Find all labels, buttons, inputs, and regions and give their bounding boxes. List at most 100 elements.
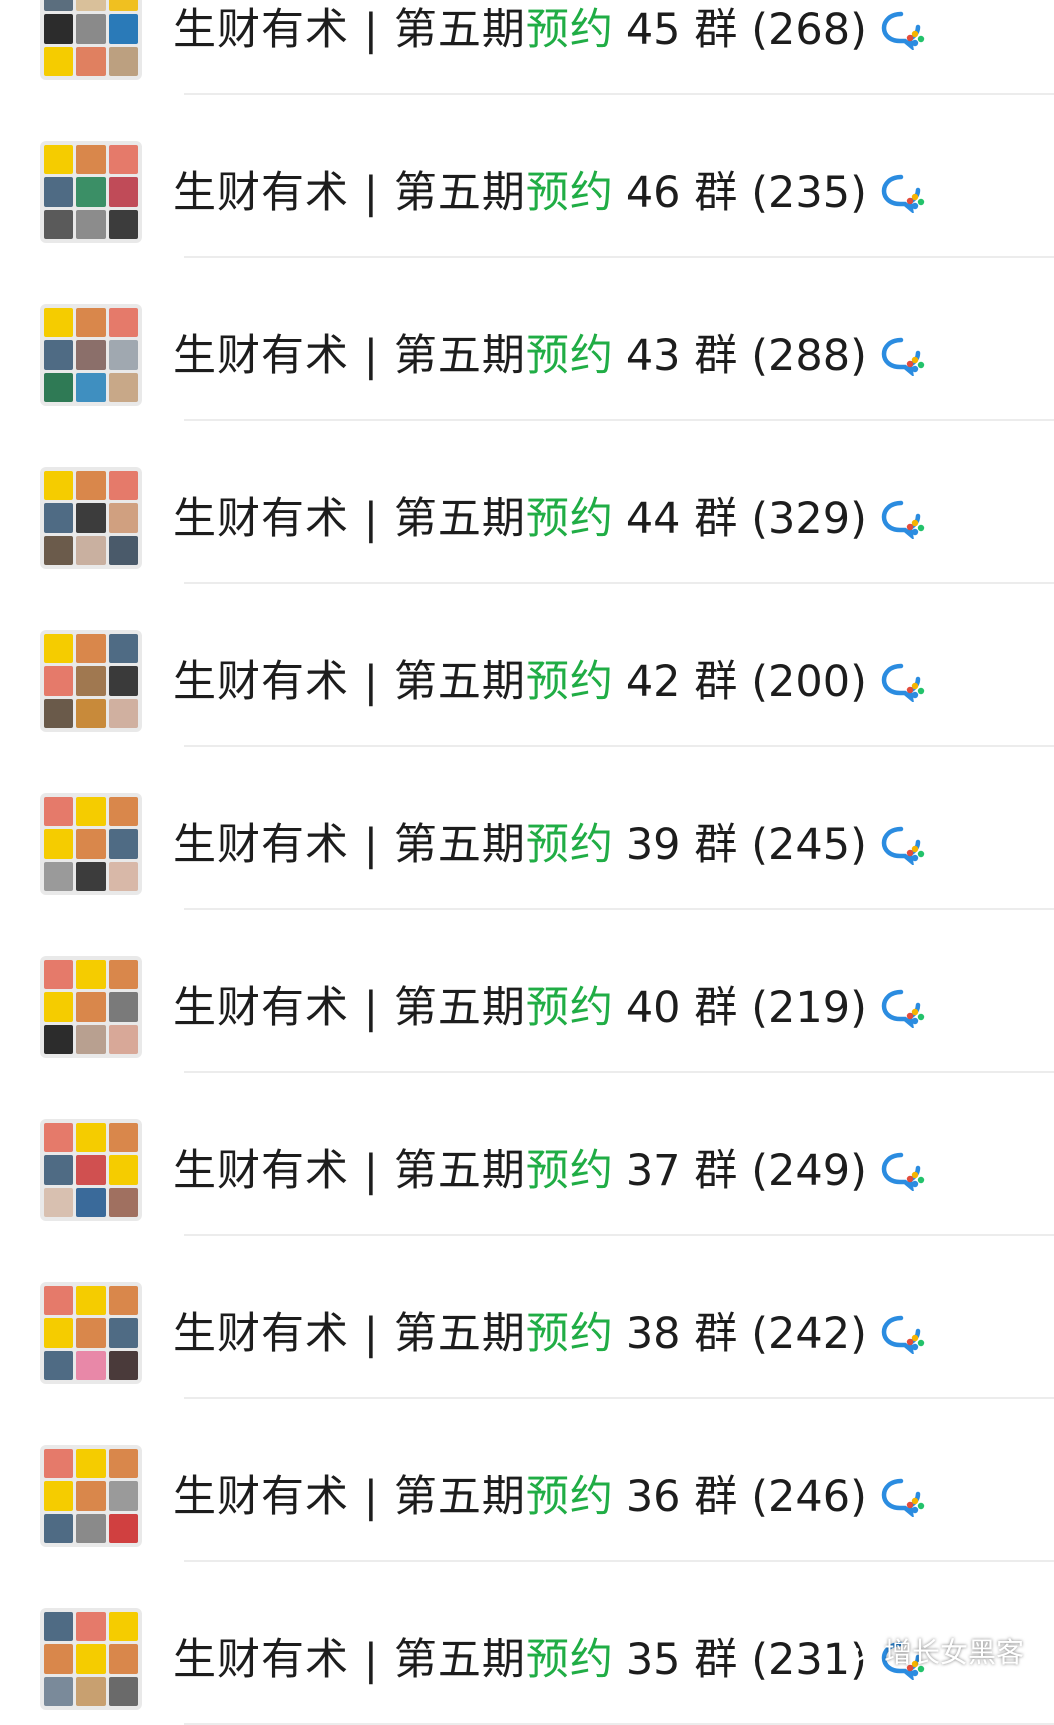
search-highlight: 预约: [525, 983, 614, 1033]
member-avatar-tile: [108, 209, 138, 239]
member-avatar-tile: [108, 372, 138, 402]
search-highlight: 预约: [525, 1472, 614, 1522]
search-highlight: 预约: [525, 820, 614, 870]
group-name-prefix: 生财有术 | 第五期: [173, 168, 526, 218]
search-highlight: 预约: [525, 1309, 614, 1359]
group-name-prefix: 生财有术 | 第五期: [173, 1635, 526, 1685]
member-avatar-tile: [108, 992, 138, 1022]
member-avatar-tile: [44, 666, 74, 696]
member-avatar-tile: [108, 797, 138, 827]
chat-list-item[interactable]: 生财有术 | 第五期 预约 46 群 (235): [0, 95, 1054, 258]
group-number: 45 群: [625, 5, 738, 55]
chat-list-item[interactable]: 生财有术 | 第五期 预约 44 群 (329): [0, 421, 1054, 584]
group-number: 43 群: [625, 331, 738, 381]
member-avatar-tile: [76, 1644, 106, 1674]
wecom-icon: [881, 989, 925, 1028]
member-avatar-tile: [44, 0, 74, 12]
group-avatar: [40, 793, 142, 895]
chat-list-item[interactable]: 生财有术 | 第五期 预约 42 群 (200): [0, 584, 1054, 747]
group-name-prefix: 生财有术 | 第五期: [173, 1309, 526, 1359]
member-avatar-tile: [44, 1123, 74, 1153]
group-name: 生财有术 | 第五期 预约 38 群 (242): [173, 1309, 927, 1359]
member-count: (245): [751, 820, 867, 870]
chat-list-item[interactable]: 生财有术 | 第五期 预约 36 群 (246): [0, 1399, 1054, 1562]
member-avatar-tile: [76, 1481, 106, 1511]
group-name-prefix: 生财有术 | 第五期: [173, 657, 526, 707]
chat-list-item[interactable]: 生财有术 | 第五期 预约 37 群 (249): [0, 1073, 1054, 1236]
member-count: (268): [751, 5, 867, 55]
member-avatar-tile: [44, 634, 74, 664]
group-avatar: [40, 467, 142, 569]
member-avatar-tile: [76, 14, 106, 44]
group-name: 生财有术 | 第五期 预约 43 群 (288): [173, 331, 927, 381]
member-avatar-tile: [108, 634, 138, 664]
member-avatar-tile: [108, 1676, 138, 1706]
member-avatar-tile: [44, 1187, 74, 1217]
member-avatar-tile: [108, 1612, 138, 1642]
member-avatar-tile: [44, 372, 74, 402]
group-name: 生财有术 | 第五期 预约 46 群 (235): [173, 168, 927, 218]
wecom-icon: [881, 174, 925, 213]
member-avatar-tile: [44, 145, 74, 175]
group-name-prefix: 生财有术 | 第五期: [173, 494, 526, 544]
member-avatar-tile: [44, 14, 74, 44]
member-avatar-tile: [44, 177, 74, 207]
group-number: 37 群: [625, 1146, 738, 1196]
member-avatar-tile: [44, 1676, 74, 1706]
member-avatar-tile: [76, 1350, 106, 1380]
group-number: 36 群: [625, 1472, 738, 1522]
member-avatar-tile: [108, 1350, 138, 1380]
member-avatar-tile: [108, 698, 138, 728]
member-avatar-tile: [108, 960, 138, 990]
member-avatar-tile: [108, 46, 138, 76]
chat-list-item[interactable]: 生财有术 | 第五期 预约 38 群 (242): [0, 1236, 1054, 1399]
search-highlight: 预约: [525, 168, 614, 218]
member-avatar-tile: [108, 1513, 138, 1543]
member-avatar-tile: [44, 797, 74, 827]
member-avatar-tile: [44, 340, 74, 370]
chat-list-item[interactable]: 生财有术 | 第五期 预约 45 群 (268): [0, 0, 1054, 95]
member-avatar-tile: [108, 503, 138, 533]
wecom-icon: [881, 11, 925, 50]
search-highlight: 预约: [525, 1146, 614, 1196]
member-avatar-tile: [108, 308, 138, 338]
group-chat-list: 生财有术 | 第五期 预约 45 群 (268) 生财有术 | 第五期 预约 46 群 (23…: [0, 0, 1054, 1725]
member-count: (288): [751, 331, 867, 381]
member-avatar-tile: [108, 861, 138, 891]
member-avatar-tile: [76, 0, 106, 12]
member-avatar-tile: [76, 1123, 106, 1153]
member-avatar-tile: [44, 1612, 74, 1642]
group-name-prefix: 生财有术 | 第五期: [173, 5, 526, 55]
member-count: (249): [751, 1146, 867, 1196]
member-count: (235): [751, 168, 867, 218]
wecom-icon: [881, 500, 925, 539]
wecom-icon: [881, 826, 925, 865]
search-highlight: 预约: [525, 5, 614, 55]
group-name: 生财有术 | 第五期 预约 44 群 (329): [173, 494, 927, 544]
member-avatar-tile: [44, 1024, 74, 1054]
member-count: (242): [751, 1309, 867, 1359]
chat-list-item[interactable]: 生财有术 | 第五期 预约 39 群 (245): [0, 747, 1054, 910]
member-avatar-tile: [76, 861, 106, 891]
group-number: 35 群: [625, 1635, 738, 1685]
group-avatar: [40, 141, 142, 243]
member-avatar-tile: [44, 1286, 74, 1316]
group-number: 46 群: [625, 168, 738, 218]
group-number: 40 群: [625, 983, 738, 1033]
member-avatar-tile: [44, 1155, 74, 1185]
group-number: 39 群: [625, 820, 738, 870]
chat-list-item[interactable]: 生财有术 | 第五期 预约 40 群 (219): [0, 910, 1054, 1073]
search-highlight: 预约: [525, 494, 614, 544]
member-count: (246): [751, 1472, 867, 1522]
member-avatar-tile: [108, 535, 138, 565]
group-avatar: [40, 0, 142, 80]
group-avatar: [40, 1282, 142, 1384]
member-avatar-tile: [44, 829, 74, 859]
member-avatar-tile: [44, 46, 74, 76]
group-name: 生财有术 | 第五期 预约 35 群 (231): [173, 1635, 927, 1685]
member-avatar-tile: [76, 471, 106, 501]
member-avatar-tile: [44, 1644, 74, 1674]
chat-list-item[interactable]: 生财有术 | 第五期 预约 43 群 (288): [0, 258, 1054, 421]
member-avatar-tile: [76, 1318, 106, 1348]
member-avatar-tile: [44, 471, 74, 501]
